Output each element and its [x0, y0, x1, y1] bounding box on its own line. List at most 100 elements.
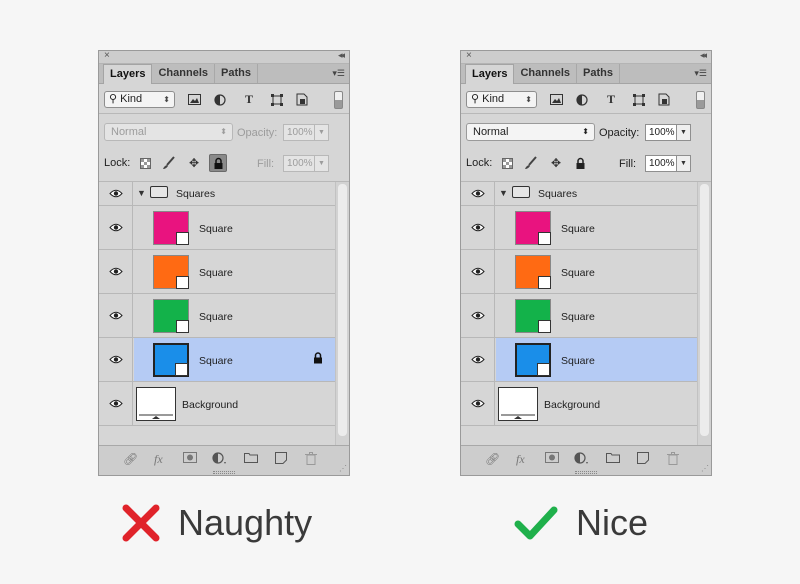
- background-layer-row[interactable]: Background: [461, 382, 697, 426]
- fill-dropdown-icon[interactable]: ▼: [315, 155, 329, 172]
- layer-row[interactable]: Square: [461, 294, 697, 338]
- layer-row-selected[interactable]: Square: [99, 338, 335, 382]
- tab-layers[interactable]: Layers: [465, 64, 515, 84]
- lock-image-pixels-icon[interactable]: [160, 154, 178, 172]
- visibility-eye-icon[interactable]: [461, 294, 495, 337]
- close-icon[interactable]: ×: [466, 50, 472, 61]
- layer-row[interactable]: Square: [99, 250, 335, 294]
- select-arrows-icon: ⬍: [163, 95, 170, 104]
- fill-input[interactable]: 100%: [645, 155, 677, 172]
- panel-menu-icon[interactable]: ▾☰: [694, 68, 707, 79]
- filter-kind-select[interactable]: ⚲ Kind ⬍: [104, 91, 175, 108]
- layers-scrollbar[interactable]: [697, 182, 711, 446]
- opacity-input[interactable]: 100%: [645, 124, 677, 141]
- visibility-eye-icon[interactable]: [99, 294, 133, 337]
- panel-tabs: Layers Channels Paths ▾☰: [99, 64, 349, 84]
- layer-row-selected[interactable]: Square: [461, 338, 697, 382]
- layer-effects-icon[interactable]: fx: [154, 452, 163, 467]
- filter-toggle-switch[interactable]: [696, 91, 705, 109]
- lock-position-icon[interactable]: ✥: [547, 154, 565, 172]
- add-mask-icon[interactable]: [183, 452, 197, 466]
- layer-thumbnail: [515, 255, 551, 289]
- visibility-eye-icon[interactable]: [99, 382, 133, 425]
- trash-icon[interactable]: [667, 452, 679, 468]
- visibility-eye-icon[interactable]: [99, 338, 133, 381]
- visibility-eye-icon[interactable]: [99, 182, 133, 205]
- verdict-nice: Nice: [514, 502, 648, 544]
- panel-titlebar: × ◂◂: [461, 50, 711, 64]
- trash-icon[interactable]: [305, 452, 317, 468]
- adjustment-layer-icon[interactable]: [212, 452, 228, 468]
- layer-group-row[interactable]: ▼ Squares: [99, 182, 335, 206]
- lock-transparent-pixels-icon[interactable]: [498, 154, 516, 172]
- panel-resize-grip[interactable]: [213, 471, 235, 474]
- type-filter-icon[interactable]: T: [242, 92, 256, 106]
- panel-menu-icon[interactable]: ▾☰: [332, 68, 345, 79]
- link-layers-icon[interactable]: 🔗︎: [123, 452, 138, 466]
- visibility-eye-icon[interactable]: [461, 206, 495, 249]
- tab-paths[interactable]: Paths: [577, 64, 620, 83]
- group-expand-caret-icon[interactable]: ▼: [499, 188, 508, 198]
- lock-all-icon[interactable]: [209, 154, 227, 172]
- shape-filter-icon[interactable]: [632, 93, 646, 106]
- visibility-eye-icon[interactable]: [461, 382, 495, 425]
- blend-mode-select[interactable]: Normal ⬍: [104, 123, 233, 141]
- layer-effects-icon[interactable]: fx: [516, 452, 525, 467]
- visibility-eye-icon[interactable]: [461, 182, 495, 205]
- add-mask-icon[interactable]: [545, 452, 559, 466]
- background-layer-row[interactable]: Background: [99, 382, 335, 426]
- layer-row[interactable]: Square: [461, 250, 697, 294]
- scroll-thumb[interactable]: [700, 184, 709, 436]
- visibility-eye-icon[interactable]: [461, 338, 495, 381]
- link-layers-icon[interactable]: 🔗︎: [485, 452, 500, 466]
- visibility-eye-icon[interactable]: [461, 250, 495, 293]
- layer-row[interactable]: Square: [461, 206, 697, 250]
- collapse-icon[interactable]: ◂◂: [700, 50, 707, 61]
- fill-input[interactable]: 100%: [283, 155, 315, 172]
- image-filter-icon[interactable]: [549, 93, 563, 106]
- filter-kind-select[interactable]: ⚲ Kind ⬍: [466, 91, 537, 108]
- smart-object-badge-icon: [538, 276, 551, 289]
- smart-object-badge-icon: [538, 320, 551, 333]
- resize-corner-icon[interactable]: ⋰: [339, 464, 347, 473]
- filter-toggle-switch[interactable]: [334, 91, 343, 109]
- adjustment-layer-icon[interactable]: [574, 452, 590, 468]
- panel-resize-grip[interactable]: [575, 471, 597, 474]
- group-expand-caret-icon[interactable]: ▼: [137, 188, 146, 198]
- smart-object-filter-icon[interactable]: [657, 93, 671, 106]
- lock-all-icon[interactable]: [571, 154, 589, 172]
- opacity-dropdown-icon[interactable]: ▼: [677, 124, 691, 141]
- new-group-folder-icon[interactable]: [244, 452, 258, 466]
- layers-scrollbar[interactable]: [335, 182, 349, 446]
- visibility-eye-icon[interactable]: [99, 250, 133, 293]
- type-filter-icon[interactable]: T: [604, 92, 618, 106]
- lock-transparent-pixels-icon[interactable]: [136, 154, 154, 172]
- lock-position-icon[interactable]: ✥: [185, 154, 203, 172]
- new-layer-icon[interactable]: [637, 452, 649, 467]
- opacity-input[interactable]: 100%: [283, 124, 315, 141]
- shape-filter-icon[interactable]: [270, 93, 284, 106]
- layer-thumbnail: [515, 343, 551, 377]
- tab-paths[interactable]: Paths: [215, 64, 258, 83]
- collapse-icon[interactable]: ◂◂: [338, 50, 345, 61]
- layer-row[interactable]: Square: [99, 294, 335, 338]
- layer-group-row[interactable]: ▼ Squares: [461, 182, 697, 206]
- tab-channels[interactable]: Channels: [514, 64, 577, 83]
- blend-mode-select[interactable]: Normal ⬍: [466, 123, 595, 141]
- scroll-thumb[interactable]: [338, 184, 347, 436]
- opacity-dropdown-icon[interactable]: ▼: [315, 124, 329, 141]
- image-filter-icon[interactable]: [187, 93, 201, 106]
- tab-layers[interactable]: Layers: [103, 64, 153, 84]
- visibility-eye-icon[interactable]: [99, 206, 133, 249]
- tab-channels[interactable]: Channels: [152, 64, 215, 83]
- resize-corner-icon[interactable]: ⋰: [701, 464, 709, 473]
- new-group-folder-icon[interactable]: [606, 452, 620, 466]
- layer-row[interactable]: Square: [99, 206, 335, 250]
- adjustment-filter-icon[interactable]: [213, 93, 227, 106]
- smart-object-filter-icon[interactable]: [295, 93, 309, 106]
- new-layer-icon[interactable]: [275, 452, 287, 467]
- lock-image-pixels-icon[interactable]: [522, 154, 540, 172]
- fill-dropdown-icon[interactable]: ▼: [677, 155, 691, 172]
- adjustment-filter-icon[interactable]: [575, 93, 589, 106]
- close-icon[interactable]: ×: [104, 50, 110, 61]
